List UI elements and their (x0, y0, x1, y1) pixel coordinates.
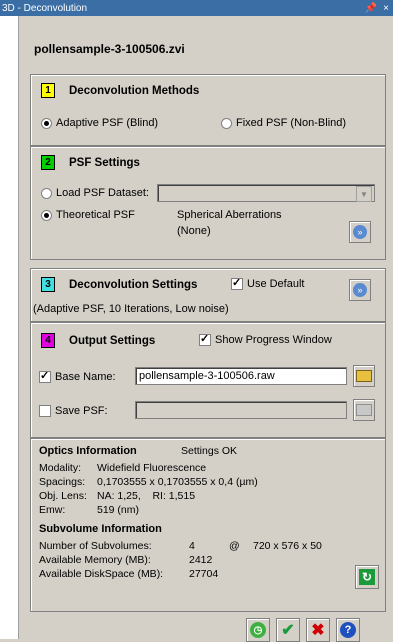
theoretical-psf-label: Theoretical PSF (56, 209, 135, 221)
option-theoretical-psf[interactable]: Theoretical PSF (41, 209, 135, 221)
subvolume-dims: 720 x 576 x 50 (253, 540, 322, 552)
psf-expand-button[interactable]: » (349, 221, 371, 243)
output-header: 4 Output Settings (41, 333, 155, 348)
subvolume-num-value: 4 (189, 540, 195, 552)
cancel-button[interactable]: ✖ (306, 618, 330, 642)
chevron-down-icon[interactable]: ▼ (356, 186, 372, 202)
memory-value: 2412 (189, 554, 213, 566)
optics-value-0: Widefield Fluorescence (97, 462, 207, 474)
base-name-row[interactable]: Base Name: (39, 369, 116, 383)
save-psf-input[interactable] (135, 401, 347, 419)
expand-down-icon: » (353, 283, 367, 297)
step-1-badge: 1 (41, 83, 55, 98)
help-button[interactable]: ? (336, 618, 360, 642)
use-default-label: Use Default (247, 278, 305, 290)
deconv-settings-summary: (Adaptive PSF, 10 Iterations, Low noise) (33, 303, 229, 315)
folder-open-icon (356, 404, 372, 416)
optics-value-2: NA: 1,25, RI: 1,515 (97, 490, 196, 502)
spherical-value: (None) (177, 225, 211, 237)
show-progress-checkbox[interactable] (199, 332, 211, 346)
close-icon[interactable]: × (383, 3, 389, 14)
option-fixed-label: Fixed PSF (Non-Blind) (236, 117, 347, 129)
expand-down-icon: » (353, 225, 367, 239)
save-psf-checkbox[interactable] (39, 405, 51, 417)
step-2-badge: 2 (41, 155, 55, 170)
optics-value-1: 0,1703555 x 0,1703555 x 0,4 (µm) (97, 476, 258, 488)
folder-open-icon (356, 370, 372, 382)
use-default-checkbox[interactable] (231, 276, 243, 290)
run-button[interactable]: ◷ (246, 618, 270, 642)
optics-label-1: Spacings: (39, 476, 86, 488)
optics-status: Settings OK (181, 445, 238, 457)
radio-adaptive[interactable] (41, 117, 52, 129)
methods-title: Deconvolution Methods (69, 84, 200, 97)
output-title: Output Settings (69, 334, 156, 347)
psf-header: 2 PSF Settings (41, 155, 140, 170)
clock-icon: ◷ (250, 622, 266, 638)
radio-fixed[interactable] (221, 117, 232, 129)
option-load-psf[interactable]: Load PSF Dataset: (41, 187, 149, 199)
psf-dataset-select[interactable]: ▼ (157, 184, 375, 202)
close-icon: ✖ (311, 622, 325, 639)
deconv-settings-panel: 3 Deconvolution Settings Use Default (Ad… (30, 268, 386, 322)
memory-label: Available Memory (MB): (39, 554, 151, 566)
deconv-settings-title: Deconvolution Settings (69, 278, 198, 291)
spherical-label: Spherical Aberrations (177, 209, 282, 221)
help-icon: ? (340, 622, 356, 638)
optics-label-2: Obj. Lens: (39, 490, 87, 502)
refresh-icon: ↻ (359, 569, 375, 585)
optics-label-3: Emw: (39, 504, 66, 516)
ok-button[interactable]: ✔ (276, 618, 300, 642)
optics-title: Optics Information (39, 445, 137, 457)
optics-value-3: 519 (nm) (97, 504, 140, 516)
deconv-expand-button[interactable]: » (349, 279, 371, 301)
psf-panel: 2 PSF Settings Load PSF Dataset: ▼ Theor… (30, 146, 386, 260)
base-name-input[interactable]: pollensample-3-100506.raw (135, 367, 347, 385)
disk-value: 27704 (189, 568, 219, 580)
optics-label-0: Modality: (39, 462, 82, 474)
output-panel: 4 Output Settings Show Progress Window B… (30, 322, 386, 438)
methods-header: 1 Deconvolution Methods (41, 83, 199, 98)
window-titlebar: 3D - Deconvolution 📌 × (0, 0, 393, 16)
step-4-badge: 4 (41, 333, 55, 348)
load-psf-label: Load PSF Dataset: (56, 187, 149, 199)
base-name-checkbox[interactable] (39, 369, 51, 383)
subvolume-num-label: Number of Subvolumes: (39, 540, 152, 552)
option-adaptive-label: Adaptive PSF (Blind) (56, 117, 159, 129)
option-fixed[interactable]: Fixed PSF (Non-Blind) (221, 117, 346, 129)
show-progress-label: Show Progress Window (215, 334, 332, 346)
show-progress-row[interactable]: Show Progress Window (199, 332, 332, 346)
disk-label: Available DiskSpace (MB): (39, 568, 164, 580)
info-panel: Optics Information Settings OK Modality:… (30, 438, 386, 612)
base-name-browse-button[interactable] (353, 365, 375, 387)
checkmark-icon: ✔ (281, 622, 295, 639)
window-title: 3D - Deconvolution (2, 2, 88, 14)
subvolume-at: @ (229, 540, 240, 552)
save-psf-row[interactable]: Save PSF: (39, 405, 108, 417)
pin-icon[interactable]: 📌 (365, 3, 377, 14)
step-3-badge: 3 (41, 277, 55, 292)
radio-load-psf[interactable] (41, 187, 52, 199)
base-name-label: Base Name: (55, 371, 116, 383)
psf-title: PSF Settings (69, 156, 140, 169)
save-psf-browse-button[interactable] (353, 399, 375, 421)
option-adaptive[interactable]: Adaptive PSF (Blind) (41, 117, 158, 129)
file-name: pollensample-3-100506.zvi (34, 42, 185, 56)
radio-theoretical-psf[interactable] (41, 209, 52, 221)
left-strip (0, 16, 19, 639)
use-default-checkbox-row[interactable]: Use Default (231, 276, 305, 290)
methods-panel: 1 Deconvolution Methods Adaptive PSF (Bl… (30, 74, 386, 146)
save-psf-label: Save PSF: (55, 405, 108, 417)
deconv-settings-header: 3 Deconvolution Settings (41, 277, 197, 292)
refresh-button[interactable]: ↻ (355, 565, 379, 589)
dialog-body: pollensample-3-100506.zvi 1 Deconvolutio… (20, 16, 393, 642)
subvolume-title: Subvolume Information (39, 523, 162, 535)
